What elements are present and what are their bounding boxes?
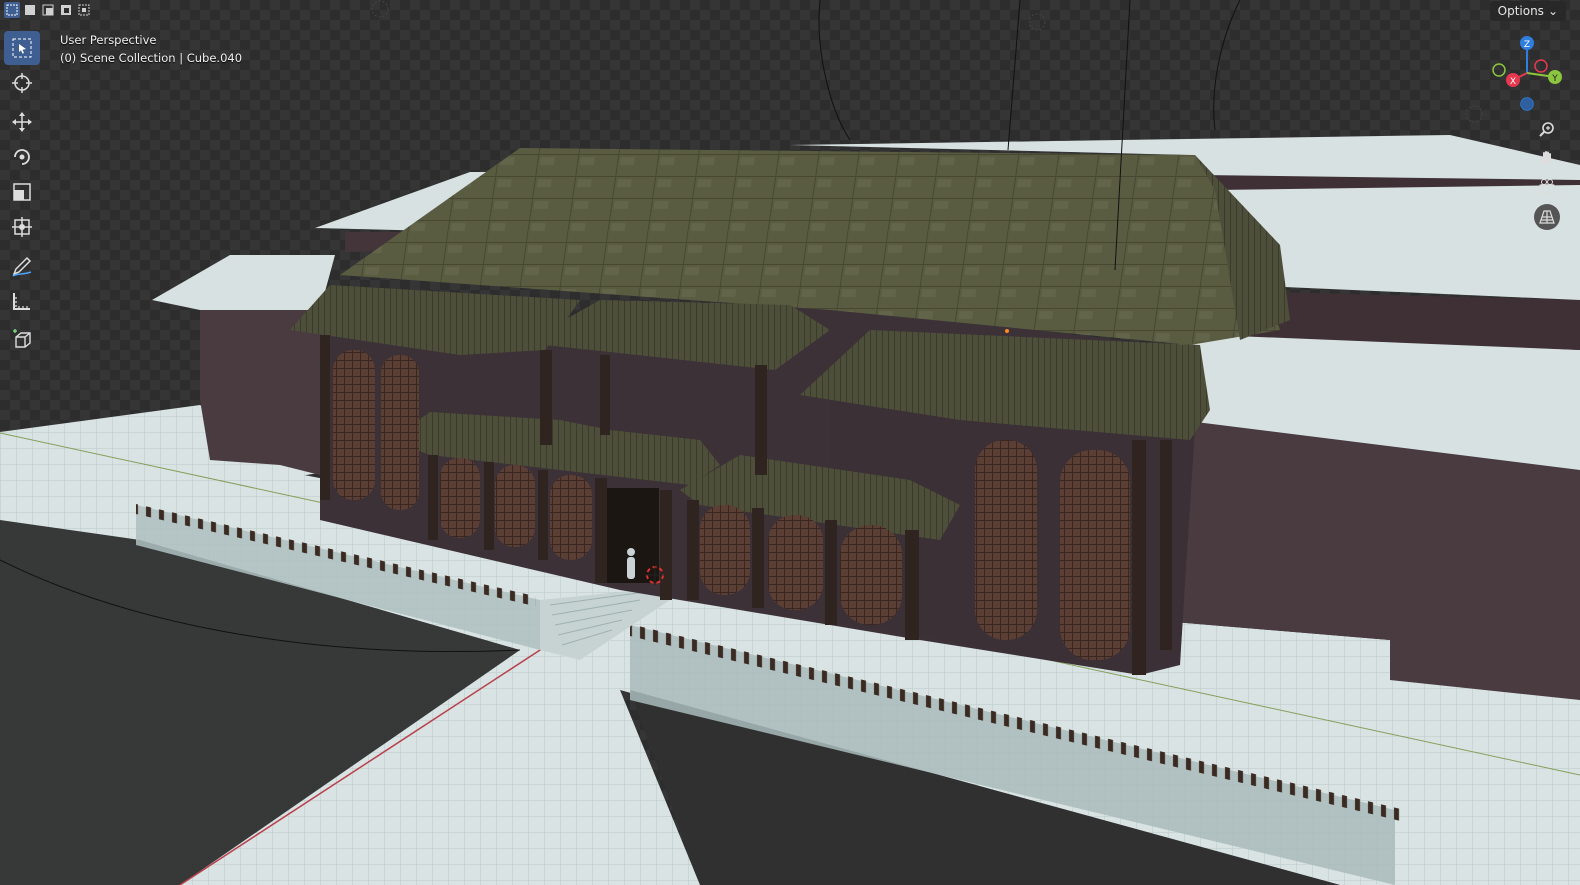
chevron-down-icon: ⌄ <box>1547 4 1558 18</box>
move-tool[interactable] <box>4 105 40 139</box>
select-box-tool[interactable] <box>4 31 40 65</box>
select-subtract-icon[interactable] <box>40 2 56 18</box>
camera-view-button[interactable] <box>1534 174 1560 200</box>
3d-viewport[interactable]: User Perspective (0) Scene Collection | … <box>0 0 1580 885</box>
gizmo-x-label: X <box>1510 77 1516 87</box>
pan-button[interactable] <box>1534 145 1560 171</box>
scale-tool[interactable] <box>4 175 40 209</box>
navigation-gizmo[interactable]: Z Y X <box>1482 28 1572 118</box>
gizmo-z-label: Z <box>1524 40 1530 50</box>
zoom-button[interactable] <box>1534 116 1560 142</box>
select-invert-icon[interactable] <box>58 2 74 18</box>
add-cube-icon <box>13 329 31 348</box>
transform-tool[interactable] <box>4 210 40 244</box>
measure-icon <box>13 293 30 310</box>
selection-mode-group <box>4 2 92 18</box>
rotate-tool[interactable] <box>4 140 40 174</box>
tool-shelf <box>4 31 42 358</box>
collection-info-label: (0) Scene Collection | Cube.040 <box>60 51 243 65</box>
annotate-tool[interactable] <box>4 249 40 283</box>
select-extend-icon[interactable] <box>22 2 38 18</box>
cursor-tool[interactable] <box>4 66 40 100</box>
view-name-label: User Perspective <box>60 33 157 47</box>
scale-icon <box>13 183 31 201</box>
transform-icon <box>12 217 32 237</box>
add-cube-tool[interactable] <box>4 323 40 357</box>
select-new-icon[interactable] <box>4 2 20 18</box>
rotate-icon <box>14 149 30 165</box>
camera-icon <box>1539 179 1555 195</box>
perspective-toggle-button[interactable] <box>1534 204 1560 230</box>
select-box-icon <box>12 38 32 58</box>
move-icon <box>12 112 32 132</box>
options-dropdown[interactable]: Options ⌄ <box>1489 1 1566 21</box>
select-intersect-icon[interactable] <box>76 2 92 18</box>
options-label: Options <box>1497 4 1544 18</box>
zoom-icon <box>1539 122 1554 137</box>
gizmo-y-label: Y <box>1551 74 1558 84</box>
pan-hand-icon <box>1539 151 1551 165</box>
measure-tool[interactable] <box>4 284 40 318</box>
perspective-grid-icon <box>1539 210 1555 224</box>
annotate-icon <box>12 256 32 277</box>
cursor-icon <box>12 73 32 93</box>
scene-render <box>0 0 1580 885</box>
